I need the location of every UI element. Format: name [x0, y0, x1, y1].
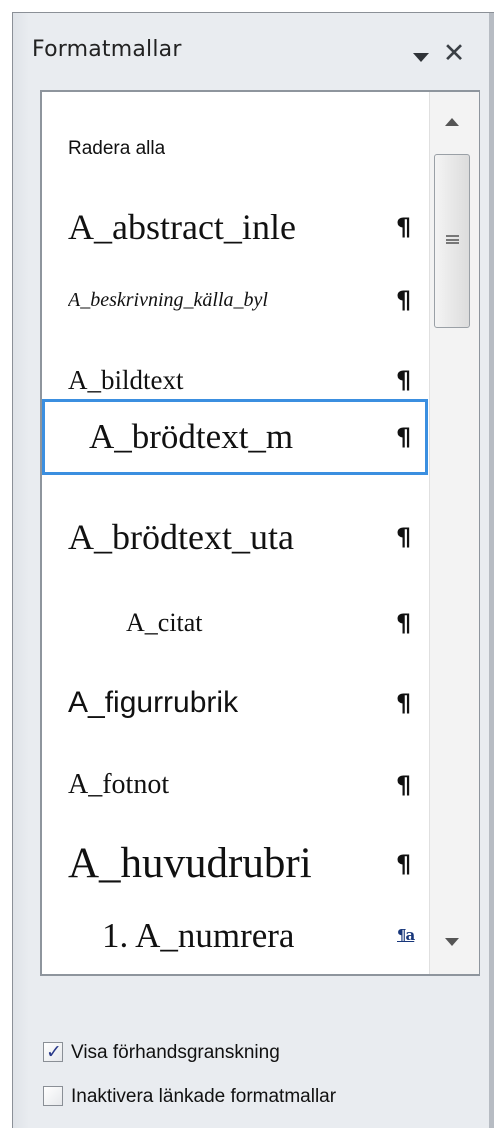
paragraph-style-icon: ¶: [396, 213, 412, 241]
style-item-a-brodtext-m[interactable]: A_brödtext_m ¶: [42, 399, 428, 475]
style-item-a-citat[interactable]: A_citat ¶: [42, 596, 428, 650]
vertical-scrollbar[interactable]: [429, 92, 479, 974]
pane-title: Formatmallar: [32, 37, 182, 62]
style-item-label: A_fotnot: [68, 769, 170, 800]
scroll-down-arrow-icon[interactable]: [445, 938, 459, 946]
style-item-label: A_brödtext_m: [89, 417, 294, 456]
style-item-a-huvudrubri[interactable]: A_huvudrubri ¶: [42, 837, 428, 891]
disable-linked-checkbox[interactable]: [43, 1086, 63, 1106]
scrollbar-thumb[interactable]: [434, 154, 470, 328]
style-item-a-abstract-inle[interactable]: A_abstract_inle ¶: [42, 200, 428, 254]
style-item-a-beskrivning-kalla[interactable]: A_beskrivning_källa_byl ¶: [42, 273, 428, 327]
close-icon[interactable]: ✕: [441, 39, 467, 69]
paragraph-style-icon: ¶: [396, 850, 412, 878]
disable-linked-label: Inaktivera länkade formatmallar: [71, 1086, 337, 1107]
style-item-clear-all[interactable]: Radera alla: [42, 122, 428, 176]
style-item-label: A_huvudrubri: [68, 840, 312, 887]
styles-list: Radera alla A_abstract_inle ¶ A_beskrivn…: [42, 92, 428, 974]
style-item-a-brodtext-uta[interactable]: A_brödtext_uta ¶: [42, 510, 428, 564]
pane-titlebar: Formatmallar ✕: [13, 13, 494, 79]
grip-icon: [446, 235, 459, 244]
style-item-a-numrera[interactable]: 1. A_numrera ¶a: [42, 909, 428, 963]
preview-checkbox[interactable]: ✓: [43, 1041, 63, 1063]
paragraph-style-icon: ¶: [396, 771, 412, 799]
preview-label: Visa förhandsgranskning: [71, 1042, 280, 1063]
style-item-label: A_beskrivning_källa_byl: [68, 289, 268, 311]
styles-listbox[interactable]: Radera alla A_abstract_inle ¶ A_beskrivn…: [40, 90, 480, 976]
paragraph-style-icon: ¶: [396, 423, 412, 451]
paragraph-style-icon: ¶: [396, 523, 412, 551]
checkmark-icon: ✓: [46, 1041, 62, 1063]
style-item-label: A_brödtext_uta: [68, 517, 294, 557]
paragraph-style-icon: ¶: [396, 286, 412, 314]
paragraph-style-icon: ¶: [396, 609, 412, 637]
paragraph-style-icon: ¶: [396, 689, 412, 717]
scroll-up-arrow-icon[interactable]: [445, 118, 459, 126]
style-item-label: Radera alla: [68, 138, 166, 159]
dropdown-arrow-icon[interactable]: [413, 53, 429, 62]
style-item-label: A_citat: [126, 608, 203, 637]
linked-style-icon: ¶a: [397, 926, 415, 944]
styles-pane: Formatmallar ✕ Radera alla A_abstract_in…: [12, 12, 494, 1128]
style-item-a-fotnot[interactable]: A_fotnot ¶: [42, 758, 428, 812]
style-item-label: 1. A_numrera: [102, 916, 295, 955]
style-item-label: A_abstract_inle: [68, 207, 296, 247]
style-item-a-figurrubrik[interactable]: A_figurrubrik ¶: [42, 676, 428, 730]
style-item-label: A_figurrubrik: [68, 686, 239, 719]
